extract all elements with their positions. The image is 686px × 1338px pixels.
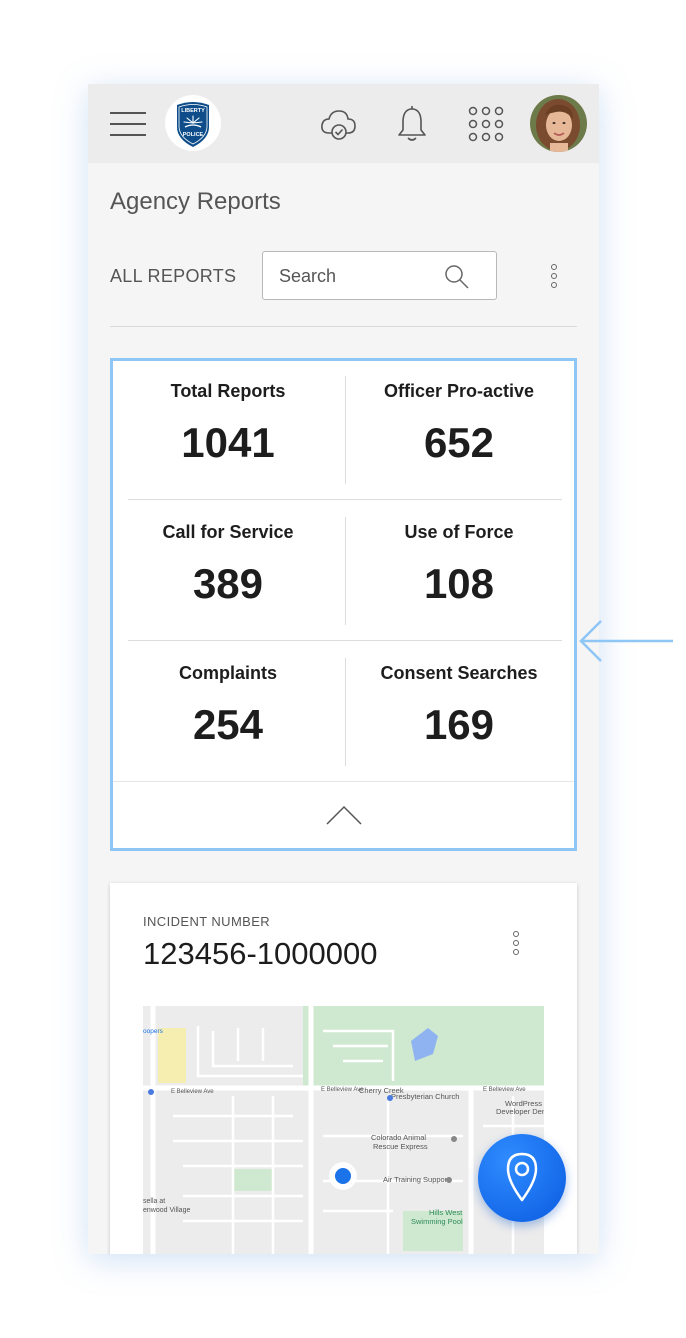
stat-label: Use of Force bbox=[404, 522, 514, 542]
search-box[interactable] bbox=[262, 251, 497, 300]
map-label: Colorado Animal bbox=[371, 1133, 426, 1142]
incident-number-label: INCIDENT NUMBER bbox=[143, 914, 271, 929]
map-pin-fab[interactable] bbox=[478, 1134, 566, 1222]
logo-text-bottom: POLICE bbox=[183, 132, 204, 138]
stat-label: Total Reports bbox=[170, 381, 286, 401]
grid-divider bbox=[345, 376, 346, 484]
map-label: E Belleview Ave bbox=[171, 1089, 214, 1095]
stat-value: 389 bbox=[192, 560, 264, 607]
bell-icon[interactable] bbox=[392, 104, 432, 144]
hamburger-menu-icon[interactable] bbox=[110, 112, 146, 136]
police-badge-icon: LIBERTY POLICE bbox=[177, 102, 209, 147]
stat-call-for-service[interactable]: Call for Service 389 bbox=[113, 502, 343, 643]
stat-value: 169 bbox=[423, 701, 495, 748]
stat-label: Consent Searches bbox=[380, 663, 538, 683]
arrow-left-icon bbox=[579, 620, 673, 662]
report-stats-card: Total Reports 1041 Officer Pro-active 65… bbox=[110, 358, 577, 851]
apps-grid-icon[interactable] bbox=[466, 104, 506, 144]
incident-options-icon[interactable] bbox=[512, 931, 520, 957]
map-label: Rescue Express bbox=[373, 1142, 428, 1151]
map-label: Hills West bbox=[429, 1208, 463, 1217]
map-label: sella at bbox=[143, 1198, 165, 1205]
stat-value: 254 bbox=[192, 701, 264, 748]
stat-total-reports[interactable]: Total Reports 1041 bbox=[113, 361, 343, 502]
grid-divider bbox=[128, 640, 562, 641]
map-label: Presbyterian Church bbox=[391, 1092, 459, 1101]
stat-value: 652 bbox=[423, 419, 495, 466]
map-label: Swimming Pool bbox=[411, 1217, 463, 1226]
chevron-up-icon[interactable] bbox=[326, 804, 362, 826]
grid-divider bbox=[345, 658, 346, 766]
cloud-check-icon[interactable] bbox=[318, 104, 358, 144]
more-options-icon[interactable] bbox=[550, 264, 558, 290]
grid-divider bbox=[345, 517, 346, 625]
map-label: E Belleview Ave bbox=[483, 1087, 526, 1093]
map-label: Air Training Support bbox=[383, 1175, 450, 1184]
report-filter-label[interactable]: ALL REPORTS bbox=[110, 266, 236, 287]
stat-label: Officer Pro-active bbox=[383, 381, 535, 401]
stat-value: 108 bbox=[423, 560, 495, 607]
incident-number: 123456-1000000 bbox=[143, 936, 378, 971]
search-icon[interactable] bbox=[444, 264, 470, 290]
stat-complaints[interactable]: Complaints 254 bbox=[113, 643, 343, 784]
user-avatar[interactable] bbox=[530, 95, 587, 152]
stat-consent-searches[interactable]: Consent Searches 169 bbox=[344, 643, 574, 784]
search-input[interactable] bbox=[279, 264, 439, 288]
user-photo bbox=[530, 95, 587, 152]
map-pin-icon bbox=[506, 1152, 538, 1202]
grid-divider bbox=[113, 781, 574, 782]
mobile-app-screen: LIBERTY POLICE Agency Reports ALL REPORT… bbox=[88, 84, 599, 1254]
section-divider bbox=[110, 326, 577, 327]
logo-text-top: LIBERTY bbox=[181, 108, 205, 114]
stat-label: Call for Service bbox=[162, 522, 294, 542]
top-app-bar: LIBERTY POLICE bbox=[88, 84, 599, 163]
stat-label: Complaints bbox=[178, 663, 277, 683]
agency-logo[interactable]: LIBERTY POLICE bbox=[165, 95, 221, 151]
map-label: oopers bbox=[143, 1028, 164, 1035]
map-label: enwood Village bbox=[143, 1207, 190, 1214]
map-label: E Belleview Ave bbox=[321, 1087, 364, 1093]
stat-officer-pro-active[interactable]: Officer Pro-active 652 bbox=[344, 361, 574, 502]
stat-use-of-force[interactable]: Use of Force 108 bbox=[344, 502, 574, 643]
map-label: Developer Denver bbox=[496, 1107, 544, 1116]
page-title: Agency Reports bbox=[110, 188, 281, 215]
grid-divider bbox=[128, 499, 562, 500]
stat-value: 1041 bbox=[181, 419, 275, 466]
